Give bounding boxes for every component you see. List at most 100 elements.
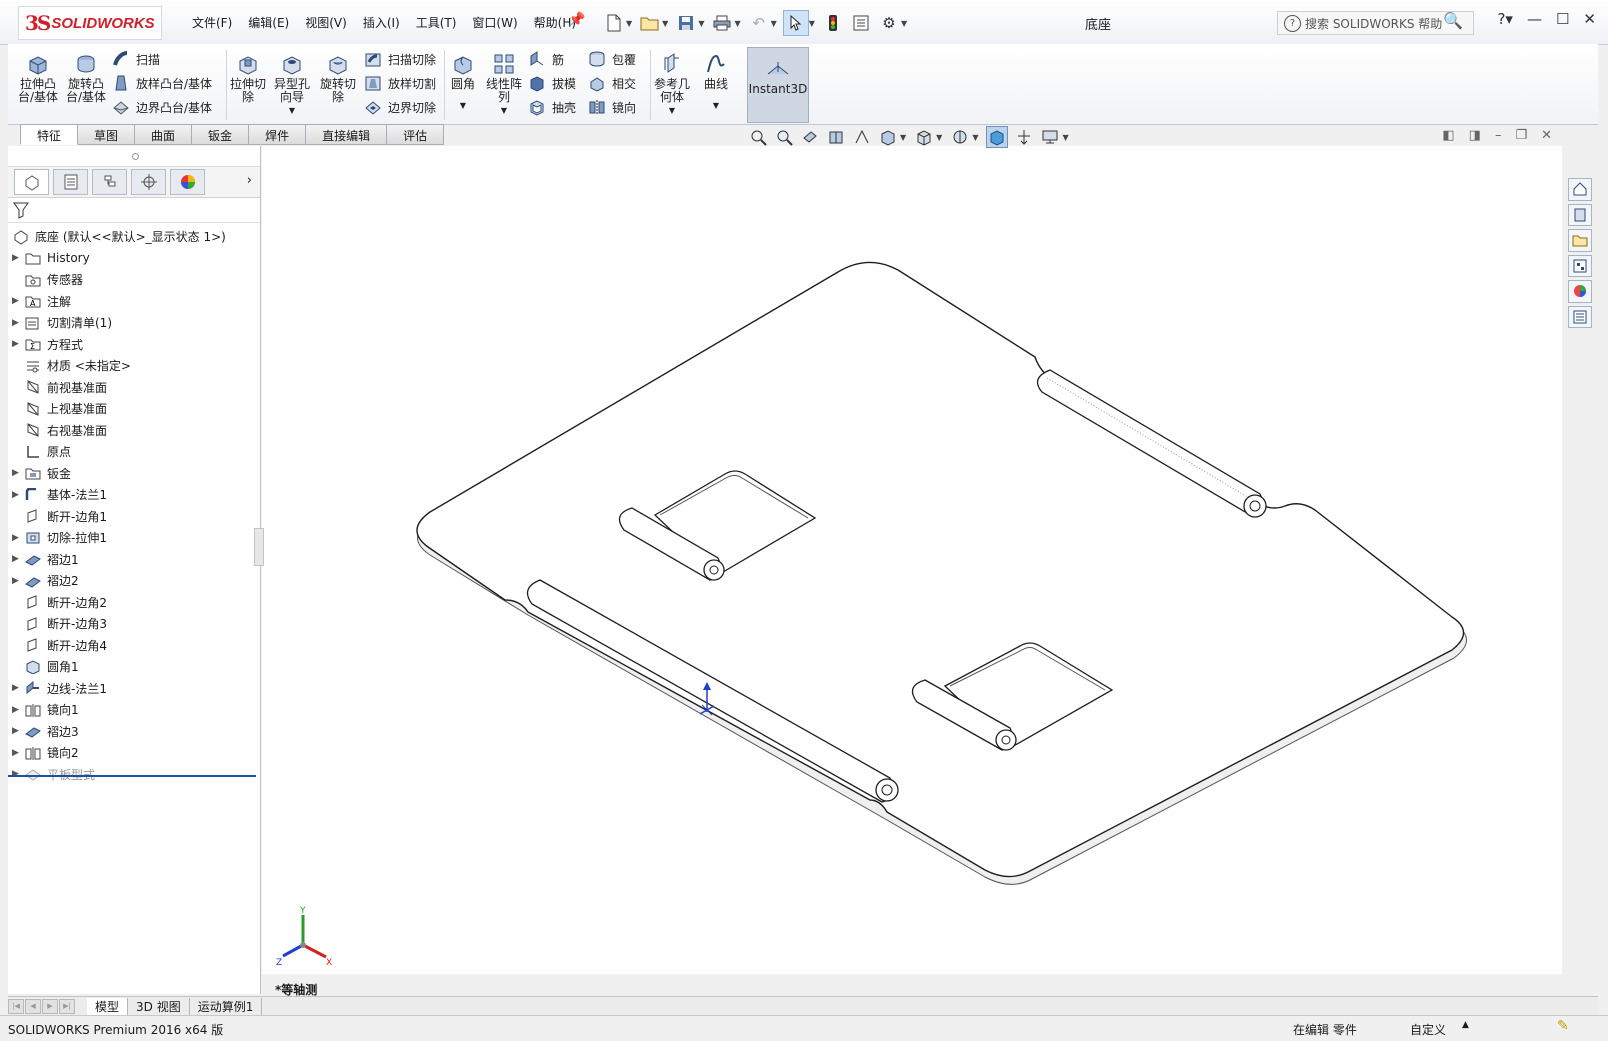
tab-motion-study[interactable]: 运动算例1 [190, 997, 263, 1015]
panel-resize-handle[interactable] [254, 528, 264, 566]
minimize-icon[interactable]: — [1527, 10, 1542, 28]
menu-tools[interactable]: 工具(T) [408, 14, 465, 31]
hole-wizard-dropdown-icon[interactable]: ▼ [272, 104, 312, 117]
solidworks-resources-home-icon[interactable] [1568, 178, 1592, 201]
solidworks-logo[interactable]: 3S SOLIDWORKS [18, 6, 162, 40]
tree-item[interactable]: ▶ Σ 方程式 [8, 334, 260, 356]
menu-edit[interactable]: 编辑(E) [240, 14, 297, 31]
expand-arrow-icon[interactable]: ▶ [12, 726, 24, 736]
close-icon[interactable]: ✕ [1583, 10, 1596, 28]
revolve-boss-button[interactable]: 旋转凸 台/基体 [66, 52, 106, 104]
loft-cut-button[interactable]: 放样切割 [364, 74, 436, 92]
help-menu-icon[interactable]: ?▾ [1497, 10, 1513, 28]
propertymanager-tab-icon[interactable] [53, 169, 88, 195]
save-icon[interactable] [674, 11, 698, 35]
tree-item[interactable]: 断开-边角3 [8, 613, 260, 635]
wrap-button[interactable]: 包覆 [588, 50, 636, 68]
tree-item[interactable]: 原点 [8, 441, 260, 463]
open-dropdown-icon[interactable]: ▼ [662, 19, 668, 28]
expand-arrow-icon[interactable]: ▶ [12, 318, 24, 328]
new-document-icon[interactable] [602, 11, 626, 35]
pin-menu-icon[interactable]: 📌 [568, 12, 585, 28]
tree-item[interactable]: ▶ 镜向1 [8, 699, 260, 721]
tree-item[interactable]: ▶ A 注解 [8, 291, 260, 313]
dimxpert-tab-icon[interactable] [131, 169, 166, 195]
tab-weldments[interactable]: 焊件 [249, 124, 307, 145]
featuremanager-tab-icon[interactable] [14, 169, 49, 195]
tree-item[interactable]: ▶ 切除-拉伸1 [8, 527, 260, 549]
expand-arrow-icon[interactable]: ▶ [12, 339, 24, 349]
fillet-dropdown-icon[interactable]: ▼ [446, 99, 480, 112]
graphics-area[interactable]: Y X Z [262, 146, 1562, 974]
design-library-icon[interactable] [1568, 203, 1592, 226]
print-dropdown-icon[interactable]: ▼ [734, 19, 740, 28]
tree-item[interactable]: 断开-边角2 [8, 592, 260, 614]
instant3d-button[interactable]: Instant3D [747, 47, 809, 123]
display-style-icon[interactable] [914, 127, 934, 147]
maximize-icon[interactable]: ☐ [1556, 10, 1569, 28]
expand-arrow-icon[interactable]: ▶ [12, 533, 24, 543]
tab-evaluate[interactable]: 评估 [387, 124, 445, 145]
options-dropdown-icon[interactable]: ▼ [901, 19, 907, 28]
loft-boss-button[interactable]: 放样凸台/基体 [112, 74, 212, 92]
tree-item[interactable]: 传感器 [8, 269, 260, 291]
file-explorer-icon[interactable] [1568, 229, 1592, 252]
view-orientation-dropdown-icon[interactable]: ▼ [900, 133, 906, 142]
expand-arrow-icon[interactable]: ▶ [12, 554, 24, 564]
configurationmanager-tab-icon[interactable] [92, 169, 127, 195]
extrude-cut-button[interactable]: 拉伸切 除 [228, 52, 268, 104]
edit-appearance-icon[interactable] [986, 126, 1009, 148]
apply-scene-icon[interactable] [1014, 127, 1034, 147]
tree-item[interactable]: ▶ 褶边1 [8, 549, 260, 571]
view-orientation-icon[interactable] [878, 127, 898, 147]
sweep-cut-button[interactable]: 扫描切除 [364, 50, 436, 68]
new-dropdown-icon[interactable]: ▼ [626, 19, 632, 28]
filter-icon[interactable] [12, 201, 30, 219]
menu-window[interactable]: 窗口(W) [464, 14, 525, 31]
expand-arrow-icon[interactable]: ▶ [12, 296, 24, 306]
rib-button[interactable]: 筋 [528, 50, 564, 68]
undo-dropdown-icon[interactable]: ▼ [771, 19, 777, 28]
appearances-scenes-icon[interactable] [1568, 280, 1592, 303]
more-tabs-chevron-icon[interactable]: › [247, 173, 252, 188]
doc-restore-icon[interactable]: ❐ [1515, 128, 1527, 143]
display-style-dropdown-icon[interactable]: ▼ [936, 133, 942, 142]
unit-system-caret-icon[interactable]: ▲ [1462, 1020, 1469, 1030]
fillet-button[interactable]: 圆角 ▼ [446, 52, 480, 112]
tab-model[interactable]: 模型 [87, 997, 129, 1015]
display-manager-tab-icon[interactable] [170, 169, 205, 195]
boundary-cut-button[interactable]: 边界切除 [364, 98, 436, 116]
intersect-button[interactable]: 相交 [588, 74, 636, 92]
next-tab-icon[interactable]: ▶ [42, 998, 58, 1014]
first-tab-icon[interactable]: |◀ [8, 998, 24, 1014]
expand-arrow-icon[interactable]: ▶ [12, 705, 24, 715]
rebuild-notification-icon[interactable]: ✎ [1557, 1018, 1569, 1034]
curves-dropdown-icon[interactable]: ▼ [698, 99, 734, 112]
zoom-to-fit-icon[interactable] [748, 127, 768, 147]
view-palette-icon[interactable] [1568, 254, 1592, 277]
tab-3d-views[interactable]: 3D 视图 [128, 997, 190, 1015]
select-dropdown-icon[interactable]: ▼ [809, 19, 815, 28]
tree-item[interactable]: 圆角1 [8, 656, 260, 678]
hide-show-items-icon[interactable] [950, 127, 970, 147]
linear-pattern-dropdown-icon[interactable]: ▼ [484, 104, 524, 117]
expand-arrow-icon[interactable]: ▶ [12, 490, 24, 500]
sheet-metal-part[interactable] [416, 261, 1467, 885]
tree-item[interactable]: ▶ History [8, 248, 260, 270]
tree-item[interactable]: 右视基准面 [8, 420, 260, 442]
zoom-to-area-icon[interactable] [774, 127, 794, 147]
tree-item[interactable]: ▶ 钣金 [8, 463, 260, 485]
tree-item[interactable]: 前视基准面 [8, 377, 260, 399]
select-pointer-icon[interactable] [782, 10, 809, 36]
previous-view-icon[interactable] [800, 127, 820, 147]
tree-item[interactable]: 断开-边角4 [8, 635, 260, 657]
collapse-right-icon[interactable]: ◨ [1469, 128, 1481, 143]
panel-handle[interactable] [8, 146, 260, 167]
view-settings-monitor-icon[interactable] [1040, 127, 1060, 147]
rebuild-traffic-light-icon[interactable] [821, 11, 845, 35]
file-properties-icon[interactable] [849, 11, 873, 35]
tree-item[interactable]: ▶ 边线-法兰1 [8, 678, 260, 700]
view-settings-dropdown-icon[interactable]: ▼ [1062, 133, 1068, 142]
open-folder-icon[interactable] [638, 11, 662, 35]
options-gear-icon[interactable]: ⚙ [877, 11, 901, 35]
